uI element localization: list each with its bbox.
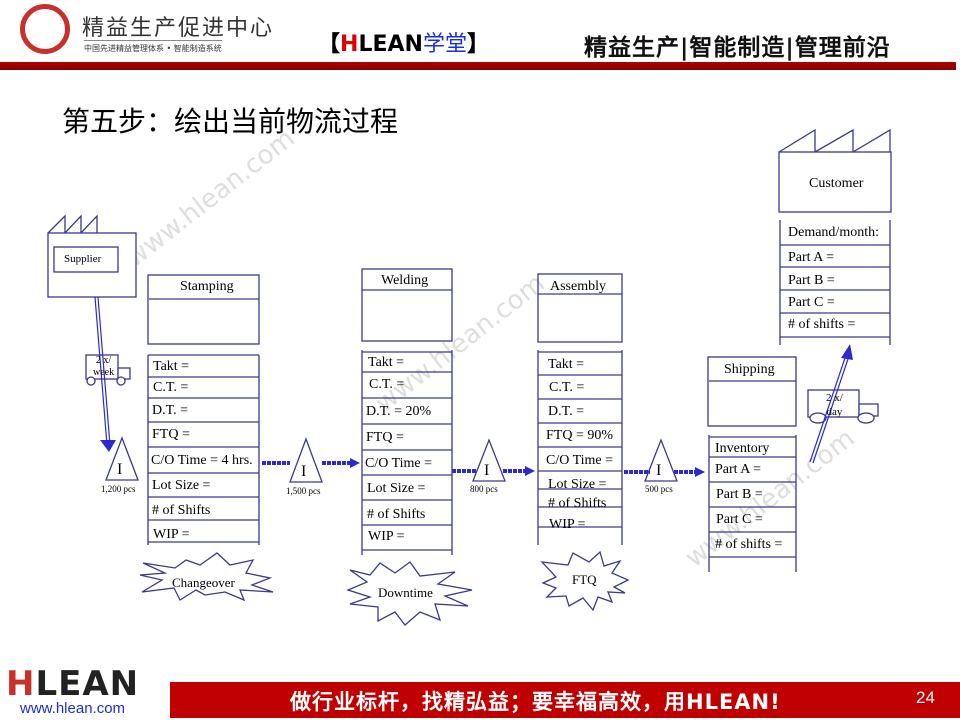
inventory-qty: 800 pcs	[470, 484, 498, 494]
customer-row: Demand/month:	[788, 225, 879, 240]
inventory-qty: 1,200 pcs	[101, 484, 136, 494]
process-row: WIP =	[153, 527, 190, 542]
footer-logo-rest: LEAN	[35, 664, 140, 704]
truck-freq-line2: week	[93, 367, 115, 378]
customer-row: Part B =	[788, 273, 835, 288]
inventory-symbol: I	[117, 461, 123, 478]
process-row: FTQ =	[152, 427, 190, 442]
customer-truck-frequency: 2 x/day	[826, 391, 843, 419]
process-name-shipping: Shipping	[724, 362, 775, 377]
customer-label: Customer	[809, 176, 864, 191]
process-row: FTQ = 90%	[546, 428, 614, 443]
process-row: FTQ =	[366, 430, 404, 445]
supplier-label: Supplier	[64, 253, 102, 265]
process-name-stamping: Stamping	[180, 279, 234, 294]
process-row: Lot Size =	[367, 481, 426, 496]
inventory-symbol: I	[301, 463, 307, 480]
process-row: Part A =	[715, 462, 762, 477]
truck-freq-line2: day	[826, 406, 843, 418]
process-row: Takt =	[548, 357, 585, 372]
process-row: # of shifts =	[715, 537, 783, 552]
process-row: D.T. =	[152, 403, 189, 418]
process-row: WIP =	[368, 529, 405, 544]
value-stream-map	[47, 128, 892, 626]
customer-row: Part A =	[788, 250, 835, 265]
process-row: Part B =	[716, 487, 763, 502]
process-row: C/O Time =	[546, 453, 614, 468]
process-row: D.T. =	[548, 404, 585, 419]
process-row: C.T. =	[153, 380, 189, 395]
process-name-welding: Welding	[381, 273, 429, 288]
inventory-symbol: I	[656, 462, 662, 479]
process-row: C.T. =	[549, 380, 585, 395]
truck-freq-line1: 2 x/	[95, 355, 112, 366]
process-row: Lot Size =	[152, 478, 211, 493]
process-row: D.T. = 20%	[366, 404, 432, 419]
page-number: 24	[916, 688, 935, 707]
footer-url[interactable]: www.hlean.com	[20, 700, 125, 717]
inventory-qty: 1,500 pcs	[286, 486, 321, 496]
process-row: C/O Time =	[365, 456, 433, 471]
footer-logo: HLEAN	[6, 664, 139, 704]
kaizen-label-ftq: FTQ	[572, 572, 597, 587]
process-row: C/O Time = 4 hrs.	[151, 453, 253, 468]
process-row: WIP =	[549, 517, 586, 532]
footer-logo-h: H	[6, 664, 36, 704]
process-row: # of Shifts	[367, 507, 426, 522]
process-row: Takt =	[368, 355, 405, 370]
process-name-assembly: Assembly	[550, 279, 606, 294]
customer-row: # of shifts =	[788, 317, 856, 332]
process-row: Lot Size =	[548, 477, 607, 492]
process-row: Inventory	[715, 441, 770, 456]
truck-freq-line1: 2 x/	[826, 392, 843, 404]
inventory-symbol: I	[484, 462, 490, 479]
process-row: # of Shifts	[152, 503, 211, 518]
process-row: Part C =	[716, 512, 763, 527]
customer-truck-icon	[807, 389, 879, 424]
kaizen-label-downtime: Downtime	[378, 585, 433, 600]
kaizen-label-changeover: Changeover	[172, 575, 235, 590]
inventory-qty: 500 pcs	[645, 484, 673, 494]
process-row: Takt =	[153, 359, 190, 374]
process-row: # of Shifts	[548, 496, 607, 511]
customer-row: Part C =	[788, 295, 835, 310]
process-row: C.T. =	[369, 377, 405, 392]
supplier-truck-frequency: 2 x/week	[93, 355, 114, 379]
footer-slogan: 做行业标杆，找精弘益；要幸福高效，用HLEAN!	[290, 690, 781, 714]
